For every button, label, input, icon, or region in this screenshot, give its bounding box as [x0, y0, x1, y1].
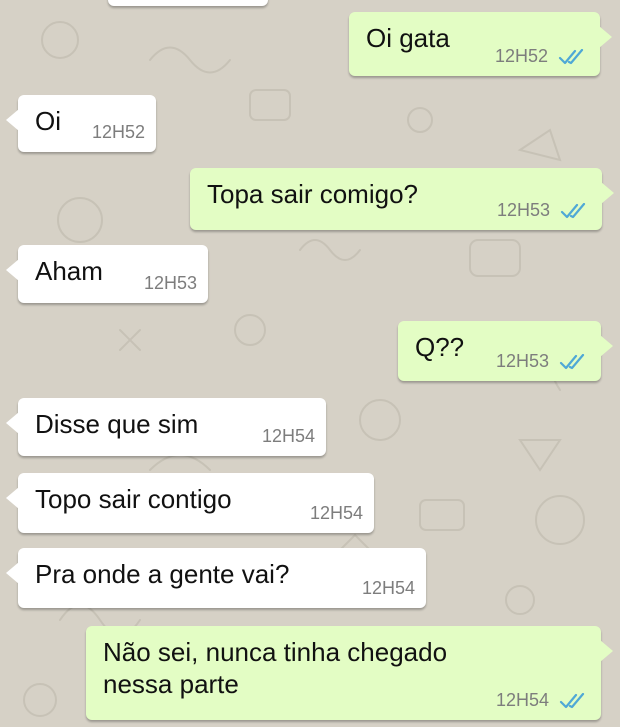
message-text: Q??: [415, 332, 465, 362]
message-bubble-outgoing[interactable]: Q?? 12H53: [398, 321, 613, 381]
message-bubble-outgoing[interactable]: Não sei, nunca tinha chegado nessa parte…: [86, 626, 613, 720]
message-bubble-outgoing[interactable]: Oi gata 12H52: [349, 12, 612, 76]
double-check-icon: [560, 203, 586, 219]
double-check-icon: [559, 693, 585, 709]
message-bubble-incoming[interactable]: Oi 12H52: [6, 95, 156, 152]
message-bubble-incoming[interactable]: Aham 12H53: [6, 245, 208, 303]
message-timestamp: 12H53: [495, 351, 549, 371]
message-bubble-incoming[interactable]: Disse que sim 12H54: [6, 398, 326, 456]
message-text: Topa sair comigo?: [207, 179, 418, 209]
message-text: Não sei, nunca tinha chegado nessa parte: [103, 637, 448, 699]
message-timestamp: 12H53: [496, 200, 550, 220]
message-timestamp: 12H52: [91, 122, 145, 142]
message-text: Oi gata: [366, 23, 450, 53]
message-timestamp: 12H52: [494, 46, 548, 66]
message-text: Topo sair contigo: [35, 484, 232, 514]
message-text: Oi: [35, 106, 61, 136]
message-timestamp: 12H53: [143, 273, 197, 293]
message-text: Pra onde a gente vai?: [35, 559, 290, 589]
message-text: Aham: [35, 256, 103, 286]
message-bubble-incoming[interactable]: Pra onde a gente vai? 12H54: [6, 548, 426, 608]
message-text: Disse que sim: [35, 409, 199, 439]
double-check-icon: [558, 49, 584, 65]
double-check-icon: [559, 354, 585, 370]
message-timestamp: 12H54: [261, 426, 315, 446]
message-bubble-outgoing[interactable]: Topa sair comigo? 12H53: [190, 168, 614, 230]
message-timestamp: 12H54: [361, 578, 415, 598]
message-timestamp: 12H54: [309, 503, 363, 523]
previous-message-edge: [108, 0, 268, 6]
message-bubble-incoming[interactable]: Topo sair contigo 12H54: [6, 473, 374, 533]
message-timestamp: 12H54: [495, 690, 549, 710]
